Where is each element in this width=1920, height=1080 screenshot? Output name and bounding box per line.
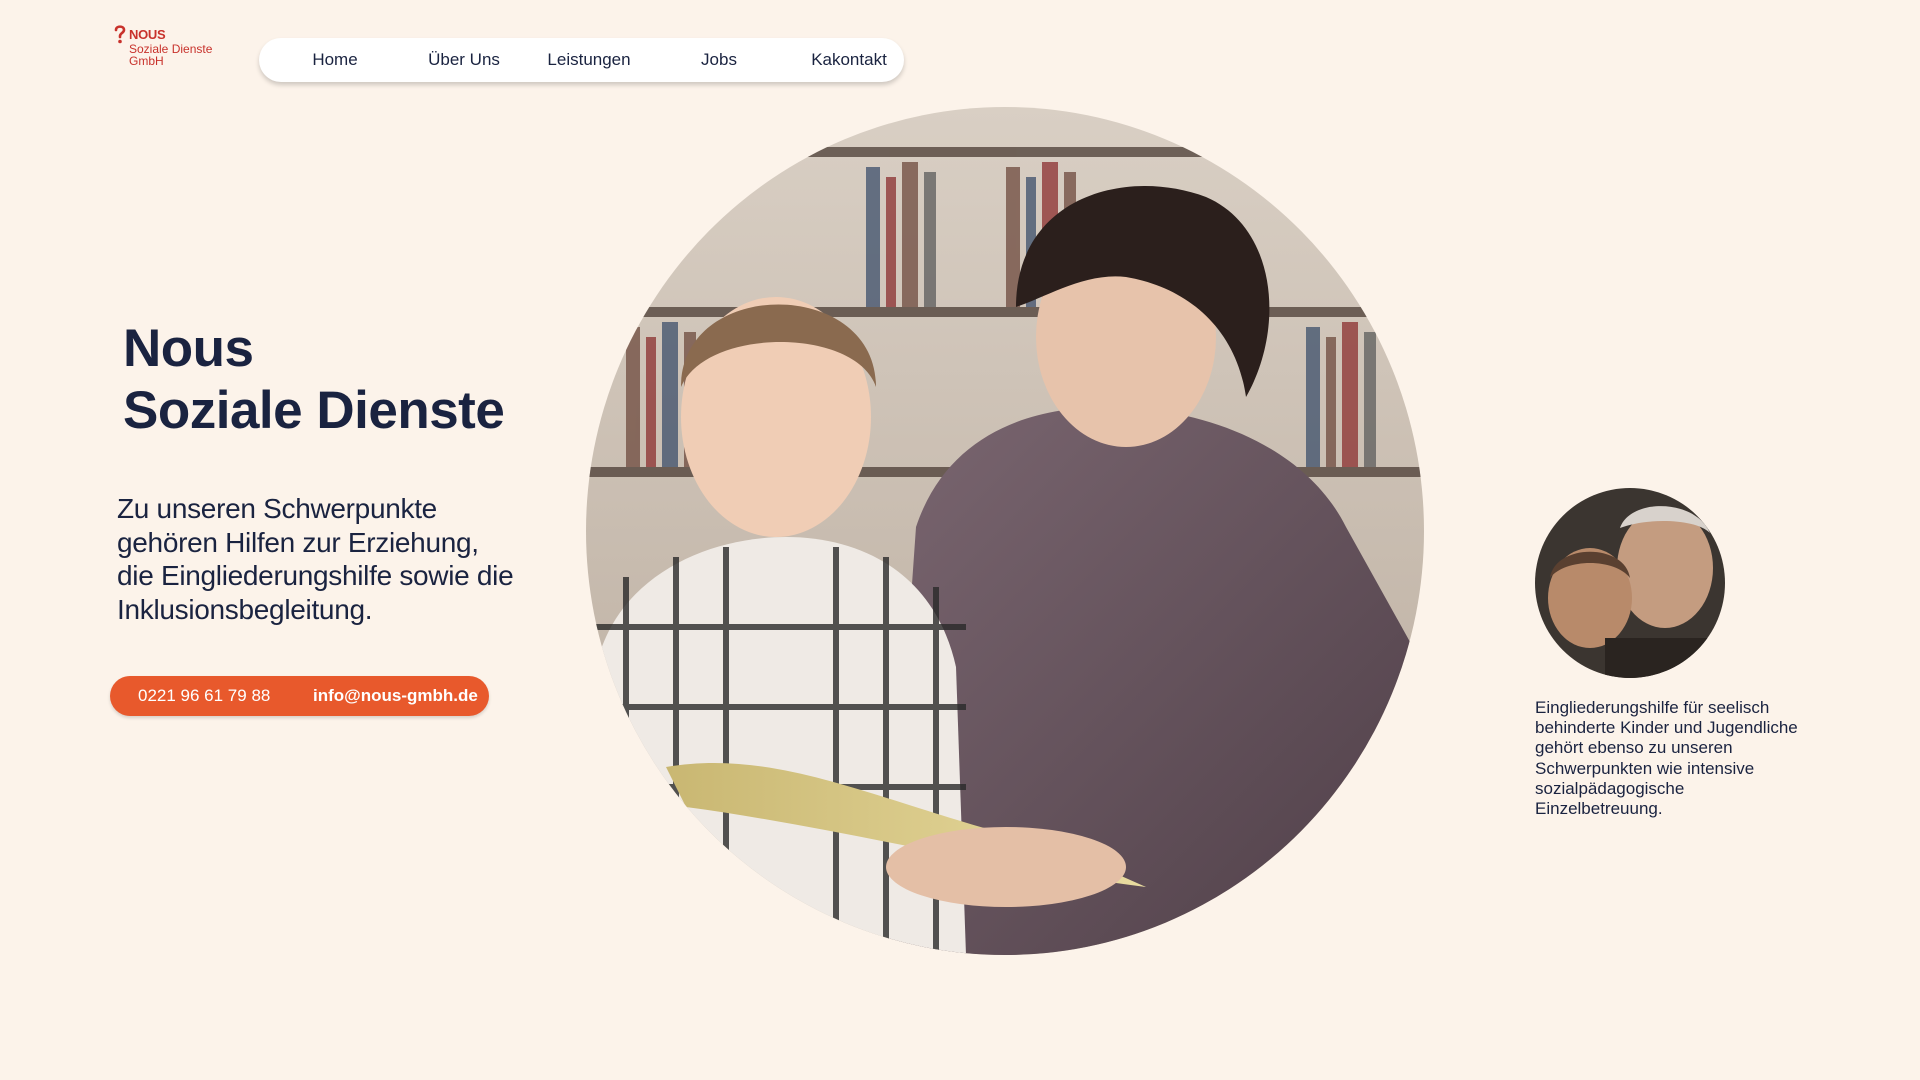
hero-title-line2: Soziale Dienste — [123, 381, 505, 440]
hero-description: Zu unseren Schwerpunkte gehören Hilfen z… — [117, 493, 514, 625]
hero-title-line1: Nous — [123, 319, 254, 378]
phone-link[interactable]: 0221 96 61 79 88 — [138, 676, 270, 716]
email-link[interactable]: info@nous-gmbh.de — [313, 676, 478, 716]
secondary-photo — [1535, 488, 1725, 678]
nav-item-home[interactable]: Home — [285, 38, 385, 82]
nav-item-ueber-uns[interactable]: Über Uns — [404, 38, 524, 82]
contact-pill: 0221 96 61 79 88 info@nous-gmbh.de — [110, 676, 489, 716]
nav-item-kontakt[interactable]: Kakontakt — [789, 38, 909, 82]
main-photo — [586, 107, 1424, 955]
logo-mark-icon — [114, 25, 126, 44]
nav-item-jobs[interactable]: Jobs — [669, 38, 769, 82]
landing-page: NOUS Soziale Dienste GmbH Home Über Uns … — [0, 0, 1920, 1080]
logo-subtitle-line2: GmbH — [129, 54, 164, 68]
side-description: Eingliederungshilfe für seelisch behinde… — [1535, 698, 1798, 819]
company-logo[interactable]: NOUS Soziale Dienste GmbH — [113, 24, 233, 72]
hero-title: Nous Soziale Dienste — [123, 318, 505, 442]
logo-brand: NOUS — [129, 27, 166, 42]
main-nav: Home Über Uns Leistungen Jobs Kakontakt — [259, 38, 904, 82]
nav-item-leistungen[interactable]: Leistungen — [524, 38, 654, 82]
